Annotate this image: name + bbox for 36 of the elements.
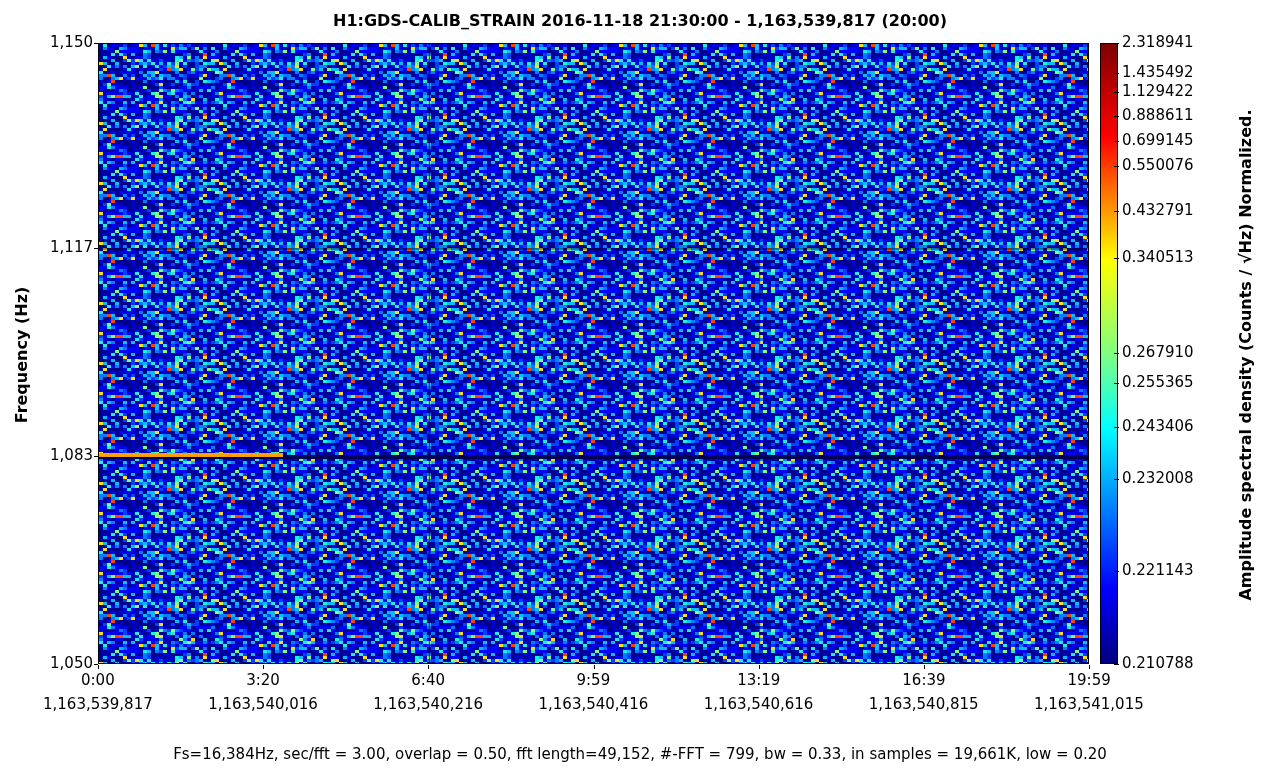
x-tick-label: 3:20 [246, 673, 280, 688]
colorbar-tick-label: 2.318941 [1122, 35, 1194, 50]
colorbar-label: Amplitude spectral density (Counts / √Hz) Normalized. [1237, 109, 1254, 601]
x-tick-gps-label: 1,163,540,216 [373, 697, 484, 712]
colorbar-tick-label: 0.432791 [1122, 203, 1194, 219]
x-tick-label: 6:40 [411, 673, 445, 688]
chart-title: H1:GDS-CALIB_STRAIN 2016-11-18 21:30:00 - 1,163,539,817 (20:00) [332, 13, 948, 29]
x-tick-gps-label: 1,163,540,616 [703, 697, 814, 712]
x-tick-label: 9:59 [576, 673, 611, 688]
y-tick-label: 1,117 [50, 239, 93, 255]
y-tick-label: 1,083 [50, 447, 93, 463]
colorbar-tick-label: 0.243406 [1122, 418, 1194, 434]
colorbar-tick-label: 1.435492 [1122, 64, 1194, 80]
x-tick-label: 16:39 [902, 673, 946, 688]
caption-text: Fs=16,384Hz, sec/fft = 3.00, overlap = 0.50, fft length=49,152, #-FFT = 799, bw = 0.33, in samples = 19,661K, low = 0.20 [172, 747, 1108, 762]
x-tick-label: 0:00 [81, 673, 115, 688]
x-tick-gps-label: 1,163,540,815 [868, 697, 979, 712]
colorbar-tick-label: 1.129422 [1122, 84, 1194, 100]
colorbar-tick-label: 0.221143 [1122, 562, 1194, 578]
x-tick-label: 13:19 [737, 673, 781, 688]
x-tick-gps-label: 1,163,541,015 [1034, 697, 1144, 712]
y-tick-label: 1,150 [50, 35, 93, 50]
colorbar-tick-label: 0.232008 [1122, 470, 1194, 486]
x-tick-gps-label: 1,163,540,016 [208, 697, 318, 712]
colorbar-tick-label: 0.255365 [1122, 375, 1194, 391]
colorbar-tick-label: 0.340513 [1122, 249, 1194, 265]
colorbar-tick-label: 0.550076 [1122, 157, 1194, 173]
x-tick-label: 19:59 [1067, 673, 1111, 688]
y-tick-label: 1,050 [50, 656, 93, 671]
colorbar-tick-label: 0.699145 [1122, 133, 1194, 149]
colorbar-tick-label: 0.888611 [1122, 108, 1194, 124]
x-tick-gps-label: 1,163,539,817 [43, 697, 153, 712]
y-axis-label: Frequency (Hz) [13, 286, 30, 424]
colorbar-tick-label: 0.267910 [1122, 344, 1194, 360]
x-tick-gps-label: 1,163,540,416 [538, 697, 649, 712]
colorbar-tick-label: 0.210788 [1122, 656, 1194, 671]
